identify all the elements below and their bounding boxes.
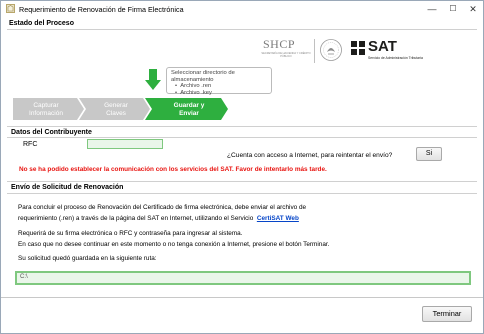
shcp-logo-subtitle: SECRETARÍA DE HACIENDA Y CRÉDITO PÚBLICO — [261, 52, 311, 58]
application-window: Requerimiento de Renovación de Firma Ele… — [0, 0, 484, 334]
rfc-label: RFC — [23, 141, 38, 148]
step-capturar-line1: Capturar — [33, 102, 59, 109]
shcp-logo-text: SHCP — [263, 37, 296, 51]
envio-para1-line2: requerimiento (.ren) a través de la pági… — [18, 215, 299, 222]
contribuyente-divider — [7, 137, 477, 138]
arrow-down-icon — [145, 69, 161, 90]
rfc-field[interactable] — [87, 139, 163, 149]
step-capturar: Capturar Información — [13, 98, 79, 120]
envio-section-label: Envío de Solicitud de Renovación — [11, 184, 124, 191]
step-capturar-line2: Información — [29, 109, 63, 117]
si-button[interactable]: Si — [416, 147, 442, 161]
envio-para1-line1: Para concluir el proceso de Renovación d… — [18, 204, 307, 211]
envio-para1-line2-text: requerimiento (.ren) a través de la pági… — [18, 215, 254, 222]
error-message: No se ha podido establecer la comunicaci… — [19, 166, 327, 173]
app-icon — [6, 4, 15, 13]
minimize-button[interactable]: — — [421, 1, 443, 17]
envio-divider — [7, 193, 477, 194]
step-generar-line2: Claves — [106, 109, 126, 117]
path-value: C:\ — [20, 274, 28, 280]
internet-question: ¿Cuenta con acceso a Internet, para rein… — [227, 152, 393, 159]
terminar-button[interactable]: Terminar — [422, 306, 472, 322]
contribuyente-section-label: Datos del Contribuyente — [11, 129, 92, 136]
contribuyente-top-divider — [7, 126, 477, 127]
envio-top-divider — [7, 181, 477, 182]
envio-para2-line3: Su solicitud quedó guardada en la siguie… — [18, 255, 157, 262]
maximize-button[interactable]: ☐ — [442, 1, 464, 17]
sat-logo-text: SAT — [368, 38, 397, 55]
path-field[interactable]: C:\ — [15, 271, 471, 285]
footer-divider — [1, 297, 483, 298]
sat-emblem-icon — [351, 41, 365, 55]
envio-para2-line1: Requerirá de su firma electrónica o RFC … — [18, 230, 243, 237]
sat-logo: SAT Servicio de Administración Tributari… — [351, 38, 441, 65]
step-generar-line1: Generar — [104, 102, 128, 109]
step-guardar: Guardar y Enviar — [151, 98, 227, 120]
coat-of-arms-icon — [320, 39, 342, 61]
sat-logo-subtitle: Servicio de Administración Tributaria — [368, 56, 423, 60]
envio-para2-line2: En caso que no desee continuar en este m… — [18, 241, 330, 248]
title-bar[interactable]: Requerimiento de Renovación de Firma Ele… — [1, 1, 483, 17]
logo-separator — [314, 39, 315, 63]
close-button[interactable]: ✕ — [462, 1, 484, 17]
tooltip-item-key: • Archivo .key — [175, 89, 212, 96]
step-guardar-line2: Enviar — [179, 109, 199, 117]
estado-divider — [7, 29, 477, 30]
window-title: Requerimiento de Renovación de Firma Ele… — [19, 5, 184, 14]
certisat-web-link[interactable]: CertiSAT Web — [257, 215, 299, 222]
tooltip-title: Seleccionar directorio de almacenamiento — [171, 70, 235, 83]
step-guardar-line1: Guardar y — [173, 102, 205, 109]
estado-section-label: Estado del Proceso — [9, 20, 74, 27]
step-generar: Generar Claves — [83, 98, 149, 120]
storage-tooltip: Seleccionar directorio de almacenamiento… — [166, 67, 272, 96]
